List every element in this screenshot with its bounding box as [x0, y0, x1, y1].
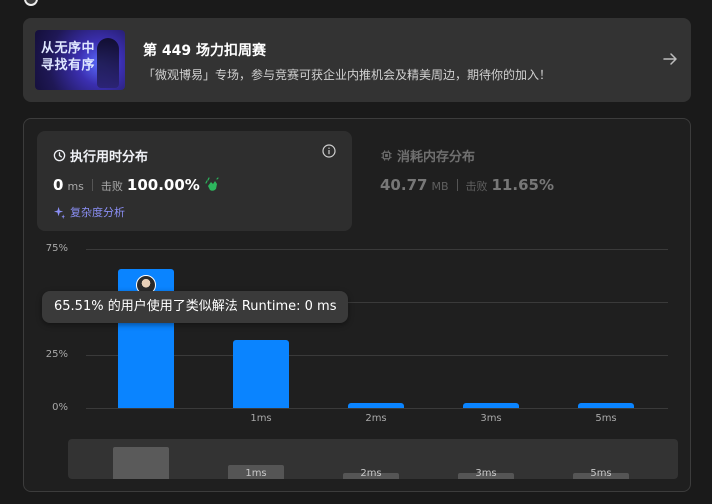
thumbnail-text: 从无序中 寻找有序	[41, 40, 95, 74]
bar-3ms[interactable]	[463, 403, 519, 408]
thumbnail-line-2: 寻找有序	[41, 58, 96, 73]
thumbnail-figure	[97, 38, 119, 88]
thumbnail-line-1: 从无序中	[41, 41, 96, 56]
y-tick-label: 0%	[52, 402, 68, 413]
x-tick-label: 5ms	[595, 413, 617, 424]
contest-banner[interactable]: 从无序中 寻找有序 第 449 场力扣周赛 「微观博易」专场，参与竞赛可获企业内…	[23, 18, 691, 102]
contest-thumbnail: 从无序中 寻找有序	[35, 30, 125, 90]
brush-label: 3ms	[475, 468, 497, 479]
chart-tooltip: 65.51% 的用户使用了类似解法 Runtime: 0 ms	[42, 291, 349, 323]
mini-bar	[113, 447, 169, 479]
brush-label: 1ms	[245, 468, 267, 479]
grid-line	[86, 249, 668, 250]
submission-stats-panel: 执行用时分布 0 ms 击败 100.00% 复杂度分析 消耗内存分布 40.7…	[23, 118, 691, 492]
y-tick-label: 75%	[45, 243, 68, 254]
x-tick-label: 1ms	[250, 413, 272, 424]
chart-range-brush[interactable]: 1ms 2ms 3ms 5ms	[68, 439, 678, 479]
y-tick-label: 25%	[45, 349, 68, 360]
contest-description: 「微观博易」专场，参与竞赛可获企业内推机会及精美周边，期待你的加入！	[143, 68, 552, 82]
contest-title: 第 449 场力扣周赛	[143, 43, 266, 59]
grid-line	[86, 408, 668, 409]
x-tick-label: 2ms	[365, 413, 387, 424]
bar-5ms[interactable]	[578, 403, 634, 408]
bar-2ms[interactable]	[348, 403, 404, 408]
brush-label: 5ms	[590, 468, 612, 479]
user-avatar-partial[interactable]	[24, 0, 38, 6]
x-tick-label: 3ms	[480, 413, 502, 424]
arrow-right-icon[interactable]	[661, 50, 679, 68]
bar-1ms[interactable]	[233, 340, 289, 408]
brush-label: 2ms	[360, 468, 382, 479]
